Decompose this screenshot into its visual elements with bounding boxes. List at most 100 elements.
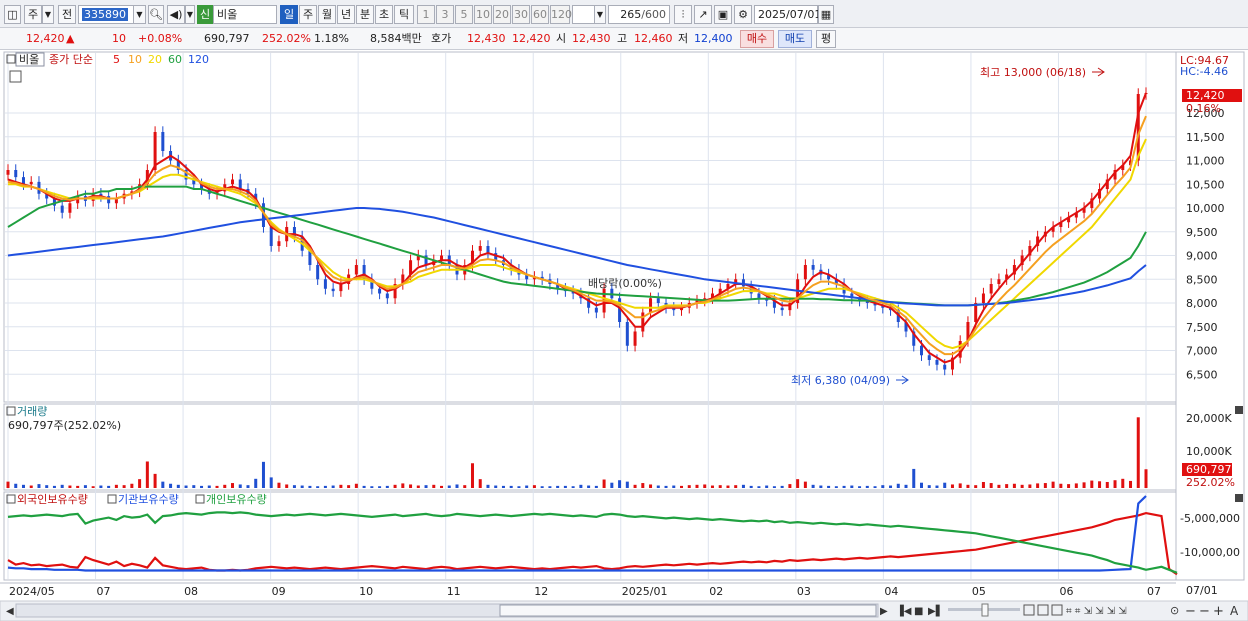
calendar-icon[interactable]: ▦ [818,5,834,24]
price-tick-label: 7,000 [1186,345,1218,358]
volume-bar [649,484,653,488]
individual-holdings-title: 개인보유수량 [206,493,267,506]
chevron-down-icon[interactable]: ▼ [42,5,54,24]
scroll-left-icon[interactable]: ◀ [6,606,14,617]
market-select[interactable]: 주 [24,5,42,24]
series-name: 비올 [19,53,39,66]
date-tick-label: 2025/01 [622,585,668,598]
volume-bar [741,484,745,488]
tools-icon[interactable]: ⌗ ⌗ ⇲ ⇲ ⇲ ⇲ [1066,606,1127,617]
scroll-right-icon[interactable]: ▶ [880,606,888,617]
volume-bar [107,485,111,488]
gear-icon[interactable]: ⚙ [734,5,752,24]
chevron-down-icon[interactable]: ▼ [594,5,606,24]
volume-bar [184,485,188,488]
volume-bar [14,483,18,488]
volume-axis-10000k: 10,000K [1186,445,1232,458]
period-tab-second[interactable]: 초 [375,5,393,24]
volume-bar [331,485,335,488]
scope-button[interactable]: 전 [58,5,76,24]
minute-60-button[interactable]: 60 [531,5,549,24]
play-icon[interactable]: ▶▌ [928,604,943,617]
date-tick-label: 07 [1147,585,1161,598]
candle-body [997,279,1001,284]
data-count-field[interactable]: 265/600 [608,5,670,24]
stop-icon[interactable]: ■ [914,606,923,617]
volume-bar [974,485,978,488]
volume-bar [130,483,134,488]
volume-bar [21,484,25,488]
volume-bar [710,485,714,488]
bid-price: 12,420 [512,32,551,45]
date-tick-label: 2024/05 [9,585,55,598]
volume-bar [347,485,351,488]
period-tab-month[interactable]: 월 [318,5,336,24]
collapse-icon[interactable]: − [1199,604,1210,619]
price-panel [3,51,1177,403]
chevron-down-icon[interactable]: ▼ [133,5,146,24]
chevron-down-icon[interactable]: ▼ [185,5,195,24]
date-field[interactable]: 2025/07/01 [754,5,821,24]
candle-body [757,293,761,299]
date-tick-label: 03 [797,585,811,598]
minute-120-button[interactable]: 120 [550,5,572,24]
stock-code-input[interactable]: 335890 [78,5,134,24]
period-tab-tick[interactable]: 틱 [394,5,414,24]
volume-bar [440,485,444,488]
volume-bar [865,485,869,488]
period-tab-minute[interactable]: 분 [356,5,374,24]
grid-toggle-icon[interactable] [9,70,22,83]
save-icon[interactable]: ▣ [714,5,732,24]
minute-1-button[interactable]: 1 [417,5,435,24]
plus-icon[interactable]: + [1213,604,1224,619]
candle-body [6,170,10,175]
chart-menu-icon[interactable]: ◫ [4,5,21,24]
minus-icon[interactable]: − [1185,604,1196,619]
volume-bar [285,484,289,488]
scrollbar-thumb[interactable] [499,604,877,617]
hoga-label: 호가 [431,32,452,45]
close-icon[interactable] [1235,406,1243,414]
volume-bar [1082,482,1086,488]
ma-series-label: 종가 단순 [49,53,93,66]
volume-bar [796,479,800,488]
ma-60-label: 60 [168,53,182,66]
period-tab-year[interactable]: 년 [337,5,355,24]
volume-bar [532,485,536,488]
zoom-slider-handle[interactable] [981,603,989,617]
volume-value: 690,797 [204,32,250,45]
sell-button[interactable]: 매도 [778,30,812,48]
speaker-icon[interactable]: ◀) [167,5,185,24]
candle-body [323,279,327,289]
search-icon[interactable]: 🔍︎ [148,5,164,24]
period-tab-day[interactable]: 일 [280,5,298,24]
minute-10-button[interactable]: 10 [474,5,492,24]
volume-bar [602,479,606,488]
minute-3-button[interactable]: 3 [436,5,454,24]
close-icon[interactable] [1235,494,1243,502]
volume-bar [1121,478,1125,488]
volume-bar [455,484,459,488]
price-tag-value: 12,420 [1186,89,1225,102]
minute-30-button[interactable]: 30 [512,5,530,24]
draw-tool-icon[interactable]: ↗ [694,5,712,24]
buy-button[interactable]: 매수 [740,30,774,48]
minute-20-button[interactable]: 20 [493,5,511,24]
volume-bar [672,485,676,488]
minute-5-button[interactable]: 5 [455,5,473,24]
stock-name-field[interactable]: 비올 [213,5,277,24]
evaluate-button[interactable]: 평 [816,30,836,48]
volume-bar [316,486,320,488]
volume-bar [1051,481,1055,488]
high-label: 고 [617,32,628,45]
period-tab-week[interactable]: 주 [299,5,317,24]
font-size-icon[interactable]: A [1230,604,1239,618]
zoom-out-icon[interactable]: ⊙ [1170,604,1179,617]
chart-canvas[interactable]: 12,00011,50011,00010,50010,0009,5009,000… [0,50,1248,621]
volume-bar [138,479,142,488]
candle-type-icon[interactable]: ⫶ [674,5,692,24]
rewind-icon[interactable]: ▐◀ [896,604,912,617]
volume-bar [29,485,33,488]
volume-title: 거래량 [17,405,47,418]
open-price: 12,430 [572,32,611,45]
